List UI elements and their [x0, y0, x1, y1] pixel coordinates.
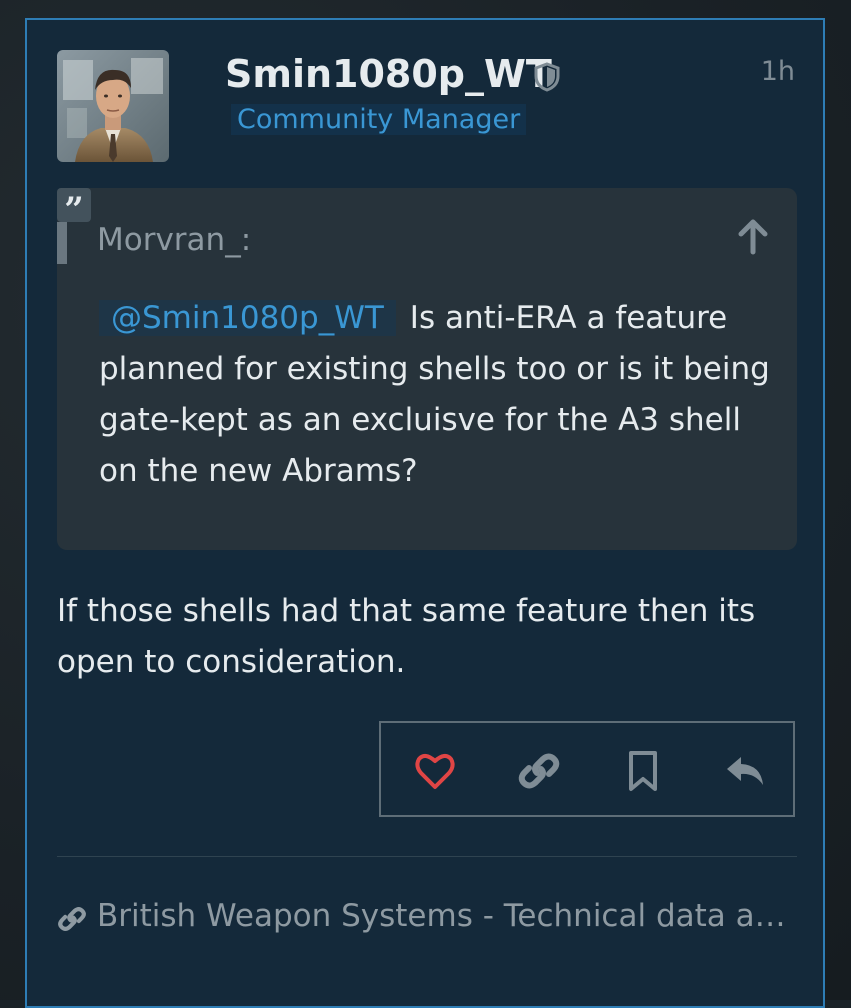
- quote-text: @Smin1080p_WT Is anti-ERA a feature plann…: [99, 293, 789, 497]
- heart-icon[interactable]: [413, 749, 457, 793]
- bookmark-icon[interactable]: [621, 749, 665, 793]
- shield-icon: [534, 62, 560, 92]
- username[interactable]: Smin1080p_WT: [225, 52, 552, 96]
- post-card: Smin1080p_WT 1h Community Manager ” Morv…: [25, 18, 825, 1008]
- quote-icon: ”: [57, 188, 91, 230]
- user-title: Community Manager: [231, 104, 527, 135]
- topic-link-label[interactable]: British Weapon Systems - Technical data …: [97, 898, 786, 934]
- link-icon[interactable]: [517, 749, 561, 793]
- topic-link[interactable]: British Weapon Systems - Technical data …: [57, 898, 797, 942]
- link-icon: [58, 907, 86, 931]
- reply-icon[interactable]: [723, 749, 767, 793]
- divider: [57, 856, 797, 857]
- post-body: If those shells had that same feature th…: [57, 593, 756, 680]
- quote-author[interactable]: Morvran_:: [97, 222, 251, 258]
- avatar[interactable]: [57, 50, 169, 162]
- quote-block: ” Morvran_: @Smin1080p_WT Is anti-ERA a f…: [57, 188, 797, 550]
- post-actions: [379, 721, 795, 817]
- arrow-up-icon[interactable]: [733, 216, 773, 256]
- user-mention[interactable]: @Smin1080p_WT: [99, 300, 396, 336]
- post-time[interactable]: 1h: [761, 56, 795, 87]
- quote-bar: [57, 222, 67, 264]
